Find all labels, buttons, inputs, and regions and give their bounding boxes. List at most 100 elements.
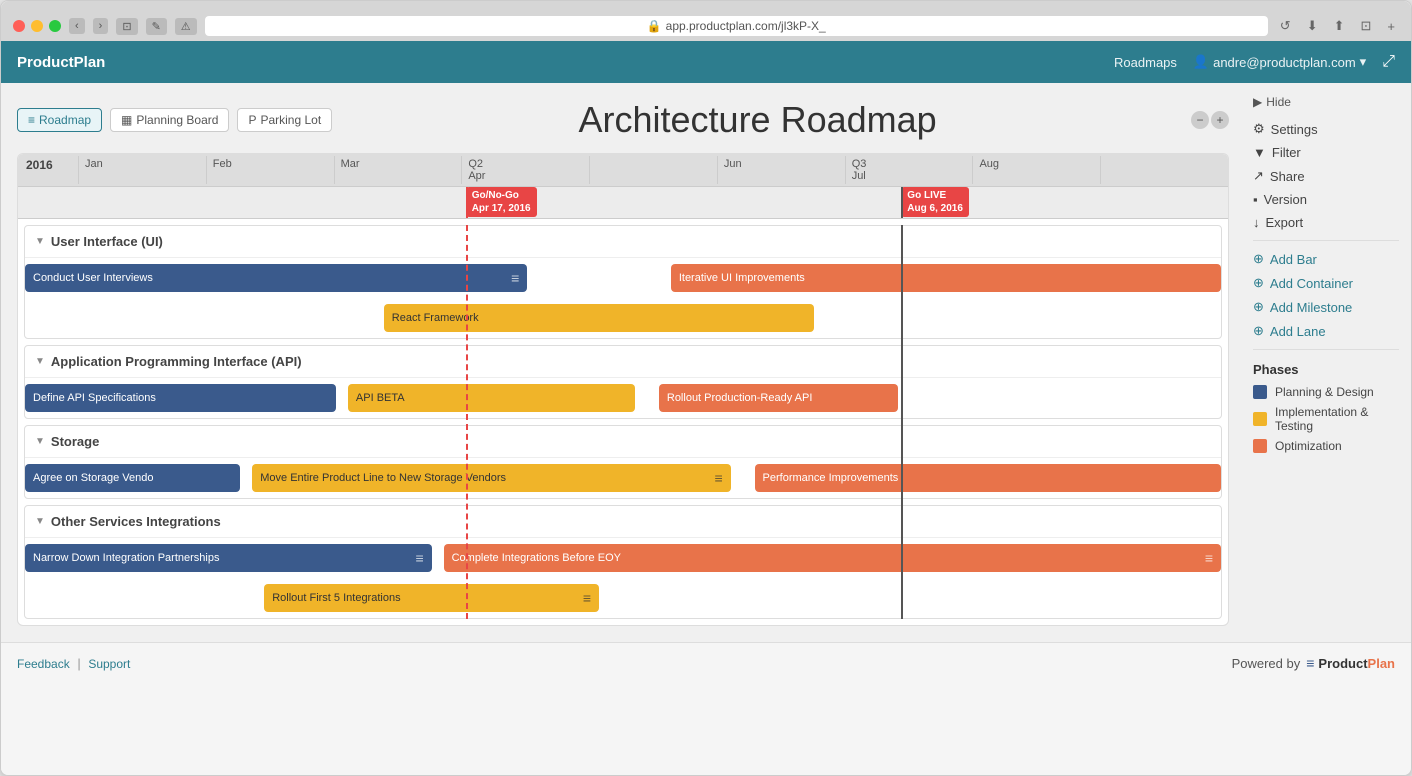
add-milestone-icon: ⊕: [1253, 299, 1264, 315]
sidebar-settings[interactable]: ⚙ Settings: [1253, 121, 1399, 137]
bar-label: Define API Specifications: [33, 392, 156, 404]
reader-button[interactable]: ⊡: [116, 18, 137, 35]
feedback-link[interactable]: Feedback: [17, 657, 70, 671]
tab-parking-lot[interactable]: P Parking Lot: [237, 108, 332, 132]
tab-roadmap[interactable]: ≡ Roadmap: [17, 108, 102, 132]
bar-label: React Framework: [392, 312, 479, 324]
hide-button[interactable]: ▶ Hide: [1253, 95, 1399, 109]
roadmap-tab-label: Roadmap: [39, 113, 91, 127]
maximize-button[interactable]: [49, 20, 61, 32]
bar-api-beta[interactable]: API BETA: [348, 384, 635, 412]
sidebar-version[interactable]: ▪ Version: [1253, 192, 1399, 207]
bar-move-storage[interactable]: Move Entire Product Line to New Storage …: [252, 464, 730, 492]
footer: Feedback | Support Powered by ≡ ProductP…: [1, 642, 1411, 683]
tab-planning-board[interactable]: ▦ Planning Board: [110, 108, 229, 132]
bar-complete-integrations[interactable]: Complete Integrations Before EOY ≡: [444, 544, 1221, 572]
api-lane-1: Define API Specifications API BETA Rollo…: [25, 378, 1221, 418]
footer-links: Feedback | Support: [17, 656, 130, 671]
bar-rollout-integrations[interactable]: Rollout First 5 Integrations ≡: [264, 584, 599, 612]
zoom-out-button[interactable]: −: [1191, 111, 1209, 129]
month-q2apr: Q2Apr: [461, 156, 589, 184]
bar-menu-icon[interactable]: ≡: [511, 270, 519, 286]
container-api-header: ▼ Application Programming Interface (API…: [25, 346, 1221, 378]
refresh-button[interactable]: ↺: [1276, 16, 1295, 36]
zoom-in-button[interactable]: +: [1211, 111, 1229, 129]
collapse-api-button[interactable]: ▼: [35, 356, 45, 367]
roadmap-tab-icon: ≡: [28, 113, 35, 127]
powered-by-text: Powered by: [1232, 656, 1301, 671]
lock-icon: 🔒: [647, 19, 662, 33]
bar-menu-icon[interactable]: ≡: [583, 590, 591, 606]
container-ui-header: ▼ User Interface (UI): [25, 226, 1221, 258]
roadmaps-link[interactable]: Roadmaps: [1114, 55, 1177, 70]
month-jan: Jan: [78, 156, 206, 184]
upload-button[interactable]: ⬆: [1330, 16, 1349, 36]
add-lane-button[interactable]: ⊕ Add Lane: [1253, 323, 1399, 339]
collapse-integrations-button[interactable]: ▼: [35, 516, 45, 527]
export-label: Export: [1266, 215, 1304, 230]
planning-tab-label: Planning Board: [136, 113, 218, 127]
powered-by: Powered by ≡ ProductPlan: [1232, 655, 1395, 671]
add-bar-label: Add Bar: [1270, 252, 1317, 267]
bar-label: Conduct User Interviews: [33, 272, 153, 284]
bar-agree-storage[interactable]: Agree on Storage Vendo: [25, 464, 240, 492]
bar-iterative-ui[interactable]: Iterative UI Improvements: [671, 264, 1221, 292]
alert-button[interactable]: ⚠: [175, 18, 197, 35]
support-link[interactable]: Support: [88, 657, 130, 671]
bar-react-framework[interactable]: React Framework: [384, 304, 815, 332]
sidebar-export[interactable]: ↓ Export: [1253, 215, 1399, 230]
version-label: Version: [1264, 192, 1307, 207]
expand-button[interactable]: ⤢: [1382, 53, 1395, 71]
back-button[interactable]: ‹: [69, 18, 85, 34]
right-sidebar: ▶ Hide ⚙ Settings ▼ Filter ↗ Share ▪: [1241, 83, 1411, 642]
ui-lane-2: React Framework: [25, 298, 1221, 338]
add-milestone-label: Add Milestone: [1270, 300, 1352, 315]
settings-label: Settings: [1271, 122, 1318, 137]
container-storage-header: ▼ Storage: [25, 426, 1221, 458]
add-container-label: Add Container: [1270, 276, 1353, 291]
container-ui-title: User Interface (UI): [51, 234, 163, 249]
bar-performance[interactable]: Performance Improvements: [755, 464, 1221, 492]
sidebar-share[interactable]: ↗ Share: [1253, 168, 1399, 184]
add-lane-icon: ⊕: [1253, 323, 1264, 339]
container-integrations-title: Other Services Integrations: [51, 514, 221, 529]
phase-implementation-color: [1253, 412, 1267, 426]
title-bar: ≡ Roadmap ▦ Planning Board P Parking Lot…: [17, 99, 1229, 141]
collapse-storage-button[interactable]: ▼: [35, 436, 45, 447]
planning-tab-icon: ▦: [121, 113, 132, 127]
bar-label: Rollout First 5 Integrations: [272, 592, 400, 604]
user-menu[interactable]: 👤 andre@productplan.com ▾: [1193, 54, 1366, 70]
share-button[interactable]: ✎: [146, 18, 167, 35]
ui-lane-1: Conduct User Interviews ≡ Iterative UI I…: [25, 258, 1221, 298]
close-button[interactable]: [13, 20, 25, 32]
filter-label: Filter: [1272, 145, 1301, 160]
bar-narrow-down[interactable]: Narrow Down Integration Partnerships ≡: [25, 544, 432, 572]
download-button[interactable]: ⬇: [1303, 16, 1322, 36]
url-text: app.productplan.com/jl3kP-X_: [666, 19, 826, 33]
bar-rollout-api[interactable]: Rollout Production-Ready API: [659, 384, 898, 412]
add-tab-button[interactable]: +: [1383, 17, 1399, 36]
hide-label: Hide: [1266, 95, 1291, 109]
add-milestone-button[interactable]: ⊕ Add Milestone: [1253, 299, 1399, 315]
brand-icon: ≡: [1306, 655, 1314, 671]
sidebar-filter[interactable]: ▼ Filter: [1253, 145, 1399, 160]
collapse-ui-button[interactable]: ▼: [35, 236, 45, 247]
bar-menu-icon[interactable]: ≡: [714, 470, 722, 486]
add-bar-button[interactable]: ⊕ Add Bar: [1253, 251, 1399, 267]
app: ProductPlan Roadmaps 👤 andre@productplan…: [1, 41, 1411, 775]
address-bar[interactable]: 🔒 app.productplan.com/jl3kP-X_: [205, 16, 1268, 36]
month-aug: Aug: [972, 156, 1100, 184]
phase-implementation: Implementation & Testing: [1253, 405, 1399, 433]
parking-tab-icon: P: [248, 113, 256, 127]
brand-logo: ≡ ProductPlan: [1306, 655, 1395, 671]
forward-button[interactable]: ›: [93, 18, 109, 34]
bar-menu-icon[interactable]: ≡: [415, 550, 423, 566]
browser-chrome: ‹ › ⊡ ✎ ⚠ 🔒 app.productplan.com/jl3kP-X_…: [1, 1, 1411, 41]
add-container-button[interactable]: ⊕ Add Container: [1253, 275, 1399, 291]
container-integrations: ▼ Other Services Integrations Narrow Dow…: [24, 505, 1222, 619]
bar-define-api[interactable]: Define API Specifications: [25, 384, 336, 412]
new-tab-button[interactable]: ⊡: [1357, 16, 1376, 36]
minimize-button[interactable]: [31, 20, 43, 32]
bar-menu-icon[interactable]: ≡: [1205, 550, 1213, 566]
bar-conduct-user-interviews[interactable]: Conduct User Interviews ≡: [25, 264, 527, 292]
